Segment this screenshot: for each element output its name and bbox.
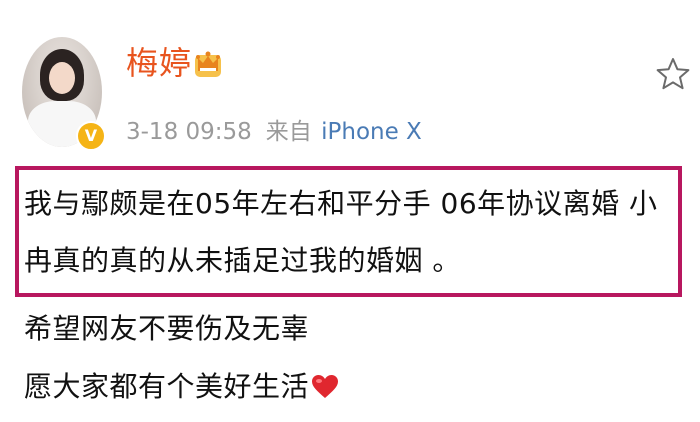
post-time[interactable]: 3-18 09:58	[126, 119, 252, 145]
post-text-line-4: 愿大家都有个美好生活	[24, 365, 339, 405]
star-icon[interactable]	[655, 56, 691, 92]
source-device[interactable]: iPhone X	[321, 119, 422, 145]
post-text-line-4-text: 愿大家都有个美好生活	[24, 370, 310, 403]
post-text-line-3: 希望网友不要伤及无辜	[24, 312, 310, 345]
source-prefix: 来自	[265, 119, 312, 145]
weibo-post: V 梅婷 3-18 09:58 来自 iPhone X 我与鄢颇是在05年左右和平…	[0, 0, 700, 422]
post-meta: 3-18 09:58 来自 iPhone X	[126, 112, 422, 146]
verified-v-icon: V	[76, 121, 106, 151]
avatar-face	[49, 62, 75, 94]
author-name[interactable]: 梅婷	[126, 38, 192, 84]
post-text-line-2: 冉真的真的从未插足过我的婚姻 。	[24, 244, 461, 277]
post-text-line-1: 我与鄢颇是在05年左右和平分手 06年协议离婚 小	[24, 187, 658, 220]
crown-icon	[195, 51, 221, 77]
heart-icon	[312, 375, 339, 398]
